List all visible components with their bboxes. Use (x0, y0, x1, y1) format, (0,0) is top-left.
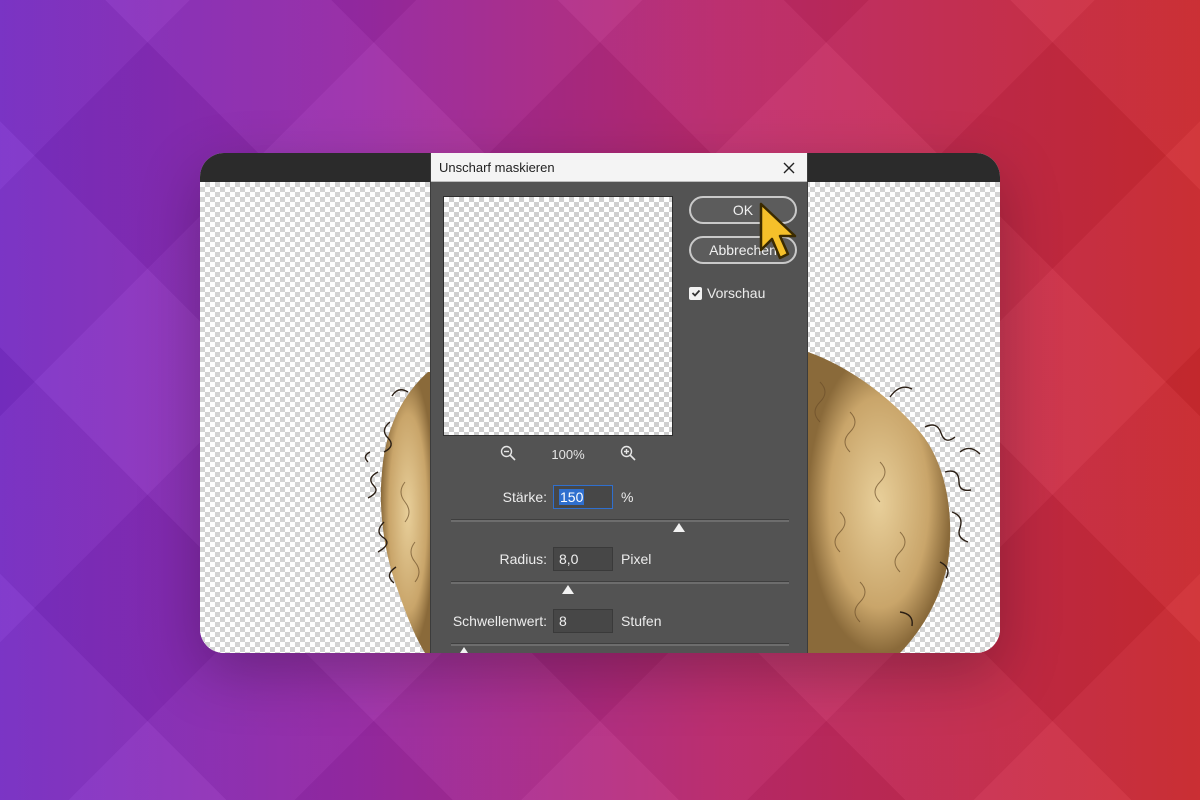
checkmark-icon (691, 289, 700, 297)
amount-slider-track[interactable] (451, 519, 789, 522)
app-window: Unscharf maskieren 100% OK Abbrechen Vor… (200, 153, 1000, 653)
dialog-titlebar: Unscharf maskieren (431, 153, 807, 182)
unsharp-mask-dialog: Unscharf maskieren 100% OK Abbrechen Vor… (430, 153, 808, 653)
amount-unit: % (621, 489, 634, 505)
radius-slider-thumb[interactable] (562, 585, 574, 594)
zoom-in-button[interactable] (620, 445, 636, 464)
amount-input[interactable]: 150 (553, 485, 613, 509)
radius-value: 8,0 (559, 551, 579, 567)
dialog-title: Unscharf maskieren (439, 160, 555, 175)
radius-unit: Pixel (621, 551, 652, 567)
threshold-slider-thumb[interactable] (458, 647, 470, 653)
threshold-input[interactable]: 8 (553, 609, 613, 633)
zoom-level: 100% (551, 447, 585, 462)
close-icon (783, 162, 795, 173)
amount-label: Stärke: (502, 489, 547, 505)
close-button[interactable] (771, 153, 807, 182)
checkbox-box[interactable] (689, 286, 702, 300)
filter-preview[interactable] (443, 196, 673, 436)
radius-input[interactable]: 8,0 (553, 547, 613, 571)
zoom-out-button[interactable] (500, 445, 516, 464)
preview-checkbox[interactable]: Vorschau (689, 285, 765, 301)
radius-slider-track[interactable] (451, 581, 789, 584)
zoom-out-icon (500, 445, 516, 461)
threshold-slider-track[interactable] (451, 643, 789, 646)
radius-label: Radius: (499, 551, 547, 567)
zoom-controls: 100% (443, 443, 673, 465)
preview-label: Vorschau (707, 285, 766, 301)
threshold-unit: Stufen (621, 613, 662, 629)
zoom-in-icon (620, 445, 636, 461)
ok-button[interactable]: OK (689, 196, 797, 224)
threshold-value: 8 (559, 613, 567, 629)
amount-value: 150 (559, 489, 585, 505)
cancel-button[interactable]: Abbrechen (689, 236, 797, 264)
amount-slider-thumb[interactable] (673, 523, 685, 532)
threshold-label: Schwellenwert: (452, 613, 547, 629)
